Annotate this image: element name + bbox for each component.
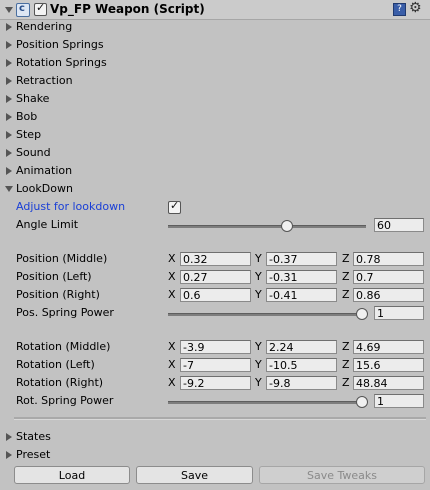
axis-y-label: Y bbox=[255, 288, 262, 301]
foldout-collapsed-icon[interactable] bbox=[6, 95, 12, 103]
position-x-field[interactable]: 0.32 bbox=[180, 252, 251, 266]
section-sound[interactable]: Sound bbox=[16, 146, 51, 159]
position-label: Position (Middle) bbox=[16, 252, 108, 265]
rotation-z-field[interactable]: 4.69 bbox=[353, 340, 424, 354]
section-preset[interactable]: Preset bbox=[16, 448, 50, 461]
foldout-collapsed-icon[interactable] bbox=[6, 451, 12, 459]
position-x-field[interactable]: 0.27 bbox=[180, 270, 251, 284]
rot-spring-power-slider-thumb[interactable] bbox=[356, 396, 368, 408]
foldout-collapsed-icon[interactable] bbox=[6, 131, 12, 139]
axis-y-label: Y bbox=[255, 376, 262, 389]
gear-icon[interactable]: ⚙ bbox=[409, 0, 422, 16]
position-label: Position (Left) bbox=[16, 270, 92, 283]
axis-z-label: Z bbox=[342, 252, 350, 265]
axis-z-label: Z bbox=[342, 376, 350, 389]
axis-y-label: Y bbox=[255, 270, 262, 283]
foldout-arrow-icon[interactable] bbox=[5, 7, 13, 13]
rotation-y-field[interactable]: 2.24 bbox=[266, 340, 337, 354]
rotation-y-field[interactable]: -10.5 bbox=[266, 358, 337, 372]
axis-x-label: X bbox=[168, 358, 176, 371]
angle-limit-slider-thumb[interactable] bbox=[280, 220, 293, 232]
rot-spring-power-slider-track[interactable] bbox=[168, 401, 366, 404]
position-y-field[interactable]: -0.41 bbox=[266, 288, 337, 302]
lookdown-foldout-icon[interactable] bbox=[5, 186, 13, 192]
axis-z-label: Z bbox=[342, 270, 350, 283]
component-header[interactable]: c Vp_FP Weapon (Script) ? ⚙ bbox=[0, 0, 430, 20]
section-shake[interactable]: Shake bbox=[16, 92, 49, 105]
load-button[interactable]: Load bbox=[14, 466, 130, 484]
foldout-collapsed-icon[interactable] bbox=[6, 167, 12, 175]
axis-y-label: Y bbox=[255, 358, 262, 371]
pos-spring-power-slider-track[interactable] bbox=[168, 313, 366, 316]
foldout-collapsed-icon[interactable] bbox=[6, 23, 12, 31]
rotation-x-field[interactable]: -9.2 bbox=[180, 376, 251, 390]
rotation-label: Rotation (Middle) bbox=[16, 340, 111, 353]
rotation-x-field[interactable]: -7 bbox=[180, 358, 251, 372]
foldout-collapsed-icon[interactable] bbox=[6, 113, 12, 121]
section-rotation-springs[interactable]: Rotation Springs bbox=[16, 56, 107, 69]
section-position-springs[interactable]: Position Springs bbox=[16, 38, 104, 51]
component-title: Vp_FP Weapon (Script) bbox=[50, 2, 205, 16]
save-button[interactable]: Save bbox=[136, 466, 253, 484]
rot-spring-power-field[interactable]: 1 bbox=[374, 394, 424, 408]
axis-y-label: Y bbox=[255, 252, 262, 265]
position-z-field[interactable]: 0.78 bbox=[353, 252, 424, 266]
position-z-field[interactable]: 0.86 bbox=[353, 288, 424, 302]
position-y-field[interactable]: -0.37 bbox=[266, 252, 337, 266]
axis-z-label: Z bbox=[342, 358, 350, 371]
rotation-label: Rotation (Right) bbox=[16, 376, 104, 389]
rotation-label: Rotation (Left) bbox=[16, 358, 95, 371]
foldout-collapsed-icon[interactable] bbox=[6, 149, 12, 157]
adjust-lookdown-label: Adjust for lookdown bbox=[16, 200, 126, 213]
position-z-field[interactable]: 0.7 bbox=[353, 270, 424, 284]
section-states[interactable]: States bbox=[16, 430, 51, 443]
help-icon[interactable]: ? bbox=[393, 3, 406, 16]
foldout-collapsed-icon[interactable] bbox=[6, 77, 12, 85]
position-label: Position (Right) bbox=[16, 288, 100, 301]
inspector-panel: c Vp_FP Weapon (Script) ? ⚙ Rendering Pos… bbox=[0, 0, 430, 490]
section-rendering[interactable]: Rendering bbox=[16, 20, 72, 33]
section-retraction[interactable]: Retraction bbox=[16, 74, 73, 87]
rotation-z-field[interactable]: 48.84 bbox=[353, 376, 424, 390]
section-animation[interactable]: Animation bbox=[16, 164, 72, 177]
save-tweaks-button[interactable]: Save Tweaks bbox=[259, 466, 425, 484]
angle-limit-slider-track[interactable] bbox=[168, 225, 366, 228]
position-x-field[interactable]: 0.6 bbox=[180, 288, 251, 302]
axis-y-label: Y bbox=[255, 340, 262, 353]
section-bob[interactable]: Bob bbox=[16, 110, 37, 123]
rotation-y-field[interactable]: -9.8 bbox=[266, 376, 337, 390]
adjust-lookdown-checkbox[interactable] bbox=[168, 199, 181, 214]
lookdown-section-label[interactable]: LookDown bbox=[16, 182, 73, 195]
section-step[interactable]: Step bbox=[16, 128, 41, 141]
rotation-x-field[interactable]: -3.9 bbox=[180, 340, 251, 354]
rot-spring-power-label: Rot. Spring Power bbox=[16, 394, 114, 407]
axis-x-label: X bbox=[168, 270, 176, 283]
axis-z-label: Z bbox=[342, 288, 350, 301]
foldout-collapsed-icon[interactable] bbox=[6, 59, 12, 67]
section-divider bbox=[14, 417, 426, 420]
script-icon: c bbox=[16, 3, 30, 17]
axis-x-label: X bbox=[168, 288, 176, 301]
foldout-collapsed-icon[interactable] bbox=[6, 433, 12, 441]
pos-spring-power-label: Pos. Spring Power bbox=[16, 306, 114, 319]
axis-x-label: X bbox=[168, 252, 176, 265]
pos-spring-power-field[interactable]: 1 bbox=[374, 306, 424, 320]
foldout-collapsed-icon[interactable] bbox=[6, 41, 12, 49]
axis-x-label: X bbox=[168, 376, 176, 389]
axis-x-label: X bbox=[168, 340, 176, 353]
axis-z-label: Z bbox=[342, 340, 350, 353]
pos-spring-power-slider-thumb[interactable] bbox=[356, 308, 368, 320]
angle-limit-field[interactable]: 60 bbox=[374, 218, 424, 232]
angle-limit-label: Angle Limit bbox=[16, 218, 79, 231]
component-enabled-checkbox[interactable] bbox=[34, 1, 47, 16]
position-y-field[interactable]: -0.31 bbox=[266, 270, 337, 284]
rotation-z-field[interactable]: 15.6 bbox=[353, 358, 424, 372]
